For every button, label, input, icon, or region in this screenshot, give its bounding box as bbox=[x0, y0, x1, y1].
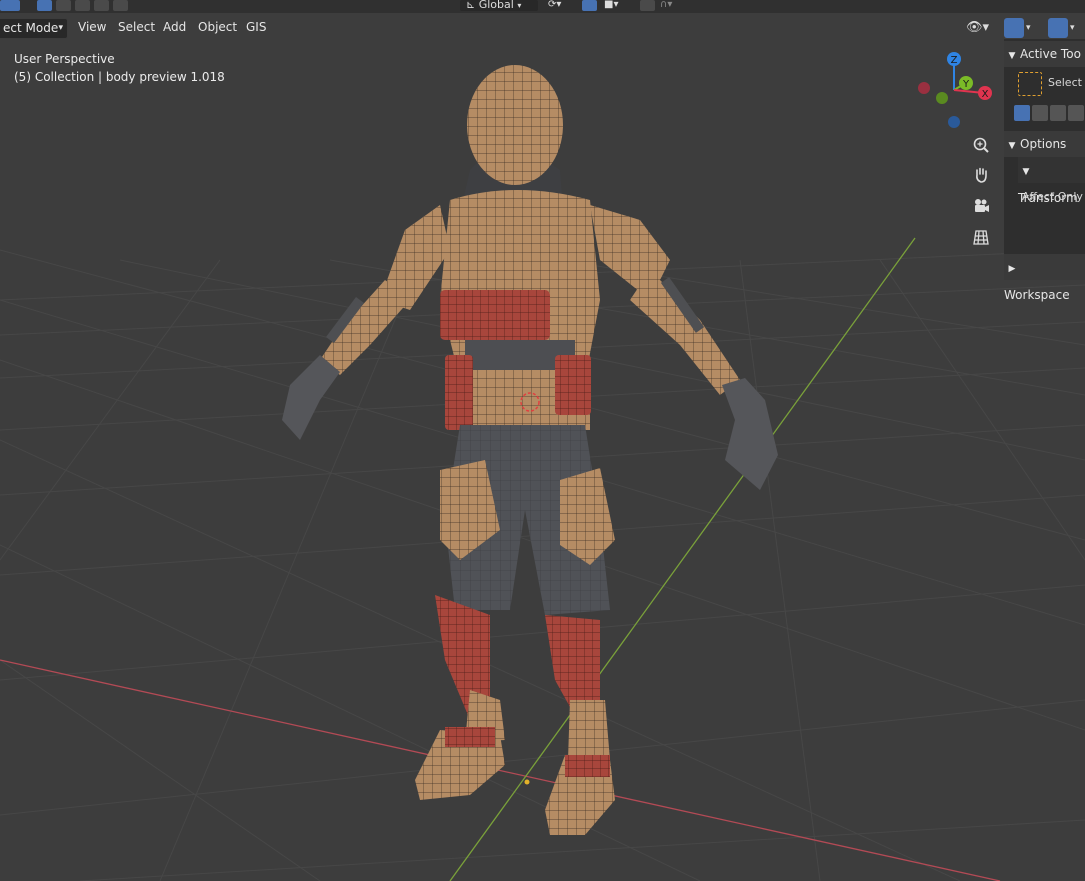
snap-target-icon[interactable]: ■▾ bbox=[604, 0, 632, 11]
select-subtract-mode-icon[interactable] bbox=[75, 0, 90, 11]
menu-object[interactable]: Object bbox=[192, 18, 243, 37]
gizmo-toggle-icon[interactable] bbox=[1004, 18, 1024, 38]
select-intersect-mode-icon[interactable] bbox=[113, 0, 128, 11]
select-tool-label: Select B bbox=[1048, 76, 1085, 89]
3d-viewport[interactable]: ⊾ Global ▾ ⟳▾ ■▾ ∩▾ ect Mode ▾ View Sele… bbox=[0, 0, 1085, 881]
triangle-down-icon: ▼ bbox=[1008, 141, 1016, 151]
gizmo-x-label: X bbox=[982, 89, 989, 100]
workspace-panel-header[interactable]: ▶ Workspace bbox=[1004, 254, 1085, 302]
triangle-down-icon: ▼ bbox=[1008, 51, 1016, 61]
gizmo-z-label: Z bbox=[951, 55, 958, 66]
visibility-icon[interactable]: 👁▾ bbox=[966, 18, 996, 38]
triangle-down-icon: ▼ bbox=[1022, 167, 1030, 177]
chevron-down-icon: ▾ bbox=[517, 1, 522, 10]
select-extend-mode-icon[interactable] bbox=[56, 0, 71, 11]
chevron-down-icon[interactable]: ▾ bbox=[1026, 18, 1040, 38]
menu-gis[interactable]: GIS bbox=[240, 18, 272, 37]
transform-subpanel-header[interactable]: ▼Transform bbox=[1018, 157, 1085, 205]
chevron-down-icon[interactable]: ▾ bbox=[1070, 18, 1084, 38]
pan-hand-icon[interactable] bbox=[969, 163, 993, 187]
chevron-down-icon: ▾ bbox=[58, 23, 63, 33]
falloff-icon[interactable]: ∩▾ bbox=[660, 0, 688, 11]
viewport-info: User Perspective (5) Collection | body p… bbox=[14, 50, 225, 86]
camera-icon[interactable] bbox=[969, 194, 993, 218]
options-title: Options bbox=[1020, 137, 1067, 151]
menu-select[interactable]: Select bbox=[112, 18, 161, 37]
mode-subtract-icon[interactable] bbox=[1050, 105, 1066, 121]
gizmo-neg-z-axis bbox=[948, 116, 960, 128]
pivot-point-icon[interactable]: ⟳▾ bbox=[548, 0, 576, 11]
grid-floor bbox=[0, 65, 1085, 881]
x-axis-line bbox=[0, 659, 1001, 881]
mode-label: ect Mode bbox=[3, 21, 59, 35]
gizmo-y-label: Y bbox=[962, 79, 970, 90]
workspace-title: Workspace bbox=[1004, 288, 1070, 302]
menu-add[interactable]: Add bbox=[157, 18, 192, 37]
snap-icon[interactable] bbox=[582, 0, 597, 11]
select-tool-icon[interactable] bbox=[0, 0, 20, 11]
viewport-header: ect Mode ▾ View Select Add Object GIS bbox=[0, 15, 1000, 39]
collection-label: (5) Collection | body preview 1.018 bbox=[14, 70, 225, 84]
mode-dropdown[interactable]: ect Mode ▾ bbox=[0, 18, 68, 39]
overlay-toggle-icon[interactable] bbox=[1048, 18, 1068, 38]
gizmo-neg-y-axis bbox=[936, 92, 948, 104]
active-tool-panel-header[interactable]: ▼ Active Too bbox=[1004, 41, 1085, 67]
orientation-icon: ⊾ bbox=[466, 0, 476, 11]
select-invert-mode-icon[interactable] bbox=[94, 0, 109, 11]
mode-extend-icon[interactable] bbox=[1032, 105, 1048, 121]
mode-invert-icon[interactable] bbox=[1068, 105, 1084, 121]
navigation-gizmo[interactable]: Z Y X bbox=[914, 50, 994, 130]
transform-orientation-dropdown[interactable]: ⊾ Global ▾ bbox=[460, 0, 538, 11]
gizmo-neg-x-axis bbox=[918, 82, 930, 94]
zoom-icon[interactable] bbox=[969, 133, 993, 157]
grid-ortho-icon[interactable] bbox=[969, 225, 993, 249]
top-toolbar: ⊾ Global ▾ ⟳▾ ■▾ ∩▾ bbox=[0, 0, 1085, 13]
affect-only-label: Affect Only bbox=[1022, 190, 1083, 203]
triangle-right-icon: ▶ bbox=[1008, 264, 1016, 274]
sidebar-panel: ▼ Active Too Select B ▼ Options ▼Transform… bbox=[1004, 39, 1085, 302]
select-box-tool-icon[interactable] bbox=[1018, 72, 1042, 96]
options-panel-header[interactable]: ▼ Options bbox=[1004, 131, 1085, 157]
proportional-edit-icon[interactable] bbox=[640, 0, 655, 11]
mode-new-icon[interactable] bbox=[1014, 105, 1030, 121]
orientation-label: Global bbox=[478, 0, 514, 11]
active-tool-title: Active Too bbox=[1020, 47, 1081, 61]
menu-view[interactable]: View bbox=[72, 18, 112, 37]
select-box-mode-icon[interactable] bbox=[37, 0, 52, 11]
perspective-label: User Perspective bbox=[14, 52, 115, 66]
